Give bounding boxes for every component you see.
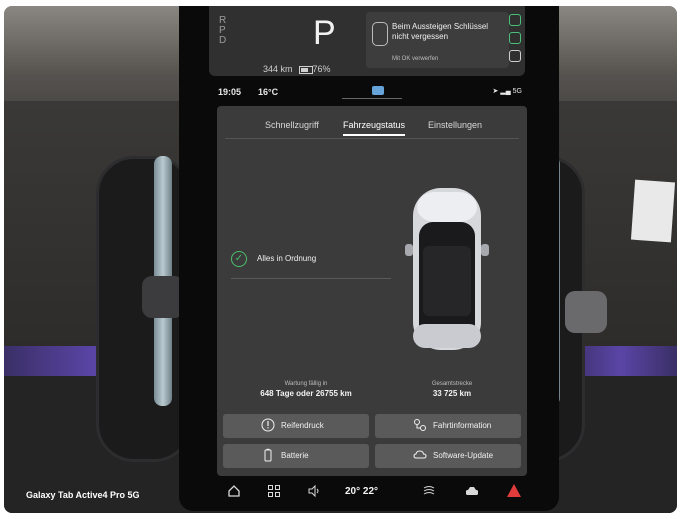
service-value: 648 Tage oder 26755 km	[260, 389, 352, 398]
tire-pressure-label: Reifendruck	[281, 421, 324, 430]
range-value: 344 km	[263, 64, 293, 74]
photo-background: R P D P 344 km 76% Beim Aussteigen Schlüs…	[4, 6, 677, 513]
hazard-icon[interactable]	[507, 484, 521, 497]
battery-value: 76%	[312, 64, 331, 74]
cloud-icon	[413, 450, 427, 459]
battery-label: Batterie	[281, 451, 309, 460]
status-bar: 19:05 16°C ➤ ▂▄ 5G	[214, 82, 530, 100]
gear-selector: R P D	[219, 16, 226, 46]
check-circle-icon: ✓	[231, 251, 247, 267]
status-divider	[342, 98, 402, 99]
status-ok-text: Alles in Ordnung	[257, 254, 317, 263]
trip-info-button[interactable]: Fahrtinformation	[375, 414, 521, 438]
paper-note	[630, 179, 676, 243]
software-update-button[interactable]: Software-Update	[375, 444, 521, 468]
trip-info-label: Fahrtinformation	[433, 421, 492, 430]
device-watermark: Galaxy Tab Active4 Pro 5G	[26, 490, 140, 500]
gear-letter: D	[219, 35, 227, 46]
network-type: 5G	[512, 88, 522, 95]
indicator-icons	[509, 14, 521, 64]
tablet-display: R P D P 344 km 76% Beim Aussteigen Schlüs…	[179, 6, 559, 511]
mount-clip-left	[142, 276, 184, 318]
tire-pressure-button[interactable]: Reifendruck	[223, 414, 369, 438]
status-divider	[231, 278, 391, 279]
vehicle-status-panel: Schnellzugriff Fahrzeugstatus Einstellun…	[217, 106, 527, 476]
mount-clip-right	[565, 291, 607, 333]
service-info: Wartung fällig in 648 Tage oder 26755 km	[231, 381, 381, 398]
car-icon[interactable]	[465, 484, 479, 498]
notification-title: Beim Aussteigen Schlüssel nicht vergesse…	[392, 22, 489, 41]
tab-einstellungen[interactable]: Einstellungen	[428, 120, 482, 130]
network-indicator: ➤ ▂▄ 5G	[492, 88, 522, 95]
odometer-info: Gesamtstrecke 33 725 km	[392, 381, 512, 398]
outside-temperature: 16°C	[258, 87, 279, 97]
range-readout: 344 km 76%	[263, 64, 331, 74]
route-icon	[414, 419, 426, 431]
clock: 19:05	[218, 87, 242, 97]
battery-button[interactable]: Batterie	[223, 444, 369, 468]
service-label: Wartung fällig in	[284, 381, 328, 387]
climate-temperature[interactable]: 20° 22°	[345, 486, 378, 497]
car-key-icon	[372, 22, 388, 46]
apps-icon[interactable]	[267, 484, 281, 498]
tab-divider	[225, 138, 519, 139]
key-reminder-notification[interactable]: Beim Aussteigen Schlüssel nicht vergesse…	[366, 12, 509, 68]
drive-display: R P D P 344 km 76% Beim Aussteigen Schlüs…	[209, 6, 525, 76]
battery-icon	[298, 65, 313, 74]
eco-indicator-icon	[509, 32, 521, 44]
light-indicator-icon	[509, 14, 521, 26]
tab-fahrzeugstatus[interactable]: Fahrzeugstatus	[343, 120, 406, 136]
app-indicator-icon	[372, 86, 384, 95]
software-update-label: Software-Update	[433, 451, 494, 460]
status-ok-row: ✓ Alles in Ordnung	[231, 251, 391, 273]
tab-schnellzugriff[interactable]: Schnellzugriff	[265, 120, 319, 130]
tire-warning-icon	[261, 418, 275, 432]
current-gear: P	[313, 14, 336, 52]
climate-icon[interactable]	[422, 484, 436, 498]
tab-bar: Schnellzugriff Fahrzeugstatus Einstellun…	[217, 116, 527, 138]
home-icon[interactable]	[227, 484, 241, 498]
car-top-view-icon	[405, 188, 489, 350]
volume-icon[interactable]	[307, 484, 321, 498]
notification-hint: Mit OK verwerfen	[392, 56, 439, 62]
odometer-value: 33 725 km	[432, 389, 472, 398]
odometer-label: Gesamtstrecke	[431, 381, 473, 387]
bottom-nav-bar: 20° 22°	[217, 476, 527, 506]
battery-icon	[264, 448, 272, 462]
wiper-icon	[509, 50, 521, 62]
